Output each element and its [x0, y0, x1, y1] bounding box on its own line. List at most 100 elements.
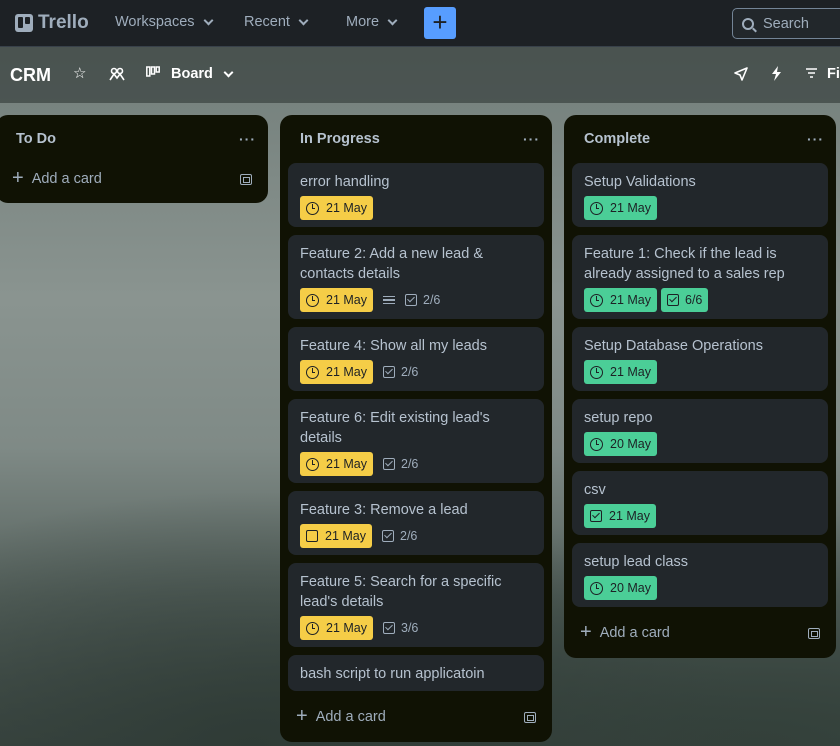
due-date-badge[interactable]: 20 May	[584, 432, 657, 456]
card-badges: 21 May	[584, 504, 816, 528]
list-header: To Do ···	[0, 115, 268, 163]
star-icon[interactable]: ☆	[73, 64, 86, 82]
due-date: 21 May	[610, 201, 651, 215]
card-title: csv	[584, 482, 606, 498]
card-badges: 21 May 6/6	[584, 288, 816, 312]
checked-checkbox-icon[interactable]	[590, 510, 602, 522]
clock-icon	[306, 201, 319, 215]
clock-icon	[590, 437, 603, 451]
due-date-badge[interactable]: 21 May	[300, 616, 373, 640]
clock-icon	[590, 581, 603, 595]
due-date: 21 May	[326, 621, 367, 635]
checklist-icon	[383, 622, 395, 634]
board-view-label: Board	[171, 66, 213, 82]
list-menu-icon[interactable]: ···	[239, 131, 256, 147]
nav-recent[interactable]: Recent	[244, 14, 309, 30]
due-date-badge[interactable]: 21 May	[584, 196, 657, 220]
card[interactable]: setup repo 20 May	[572, 399, 828, 463]
card-title: Feature 4: Show all my leads	[300, 338, 487, 354]
checklist-badge: 2/6	[405, 293, 440, 307]
list-title[interactable]: Complete	[584, 131, 650, 147]
due-date-badge[interactable]: 21 May	[584, 504, 656, 528]
due-date-badge[interactable]: 20 May	[584, 576, 657, 600]
due-date: 21 May	[610, 365, 651, 379]
card[interactable]: setup lead class 20 May	[572, 543, 828, 607]
card-badges: 21 May 3/6	[300, 616, 532, 640]
card[interactable]: Feature 4: Show all my leads 21 May 2/6	[288, 327, 544, 391]
clock-icon	[306, 293, 319, 307]
checklist-count: 3/6	[401, 621, 419, 635]
card-title: setup repo	[584, 410, 653, 426]
list-title[interactable]: In Progress	[300, 131, 380, 147]
card-title: bash script to run applicatoin	[300, 666, 485, 682]
card[interactable]: error handling 21 May	[288, 163, 544, 227]
workspace-visibility-icon[interactable]	[109, 67, 125, 86]
card[interactable]: Feature 6: Edit existing lead's details …	[288, 399, 544, 483]
due-date: 21 May	[609, 509, 650, 523]
card[interactable]: Feature 2: Add a new lead & contacts det…	[288, 235, 544, 319]
board-title[interactable]: CRM	[10, 65, 51, 86]
list-header: In Progress ···	[280, 115, 552, 163]
card-template-icon[interactable]	[808, 627, 820, 639]
card[interactable]: csv 21 May	[572, 471, 828, 535]
card[interactable]: Feature 5: Search for a specific lead's …	[288, 563, 544, 647]
filter-icon	[806, 66, 817, 82]
due-date-badge[interactable]: 21 May	[584, 360, 657, 384]
due-date-badge[interactable]: 21 May	[300, 452, 373, 476]
list-complete: Complete ··· Setup Validations 21 May Fe…	[564, 115, 836, 658]
add-card-label: Add a card	[599, 625, 670, 641]
trello-logo-icon	[15, 14, 33, 32]
chevron-down-icon	[387, 15, 398, 25]
create-button[interactable]: +	[424, 7, 456, 39]
nav-workspaces[interactable]: Workspaces	[115, 14, 213, 30]
checklist-icon	[667, 294, 679, 306]
clock-icon	[306, 365, 319, 379]
list-title[interactable]: To Do	[16, 131, 56, 147]
card-title: error handling	[300, 174, 390, 190]
search-input[interactable]: Search	[732, 8, 840, 39]
plus-icon: +	[12, 166, 24, 189]
due-date-badge[interactable]: 21 May	[300, 196, 373, 220]
add-card-button[interactable]: + Add a card	[580, 617, 820, 649]
board-view-icon	[146, 66, 160, 82]
due-date-badge[interactable]: 21 May	[300, 524, 372, 548]
nav-more[interactable]: More	[346, 14, 398, 30]
due-date-badge[interactable]: 21 May	[300, 360, 373, 384]
due-date-badge[interactable]: 21 May	[300, 288, 373, 312]
card[interactable]: Setup Validations 21 May	[572, 163, 828, 227]
trello-logo[interactable]: Trello	[15, 12, 89, 34]
clock-icon	[590, 365, 603, 379]
filter-button[interactable]: Fi	[806, 66, 840, 82]
due-date-badge[interactable]: 21 May	[584, 288, 657, 312]
card-template-icon[interactable]	[524, 711, 536, 723]
logo-text: Trello	[38, 12, 89, 33]
list-menu-icon[interactable]: ···	[807, 131, 824, 147]
card[interactable]: bash script to run applicatoin	[288, 655, 544, 691]
card-template-icon[interactable]	[240, 173, 252, 185]
checklist-badge: 6/6	[661, 288, 709, 312]
automation-icon[interactable]	[771, 66, 782, 86]
power-ups-icon[interactable]	[734, 67, 748, 86]
checklist-icon	[382, 530, 394, 542]
plus-icon: +	[580, 620, 592, 643]
add-card-left: + Add a card	[580, 620, 670, 644]
board-view-switcher[interactable]: Board	[146, 66, 234, 82]
card[interactable]: Setup Database Operations 21 May	[572, 327, 828, 391]
card-badges: 20 May	[584, 432, 816, 456]
checklist-icon	[383, 458, 395, 470]
card[interactable]: Feature 3: Remove a lead 21 May 2/6	[288, 491, 544, 555]
due-date: 21 May	[326, 293, 367, 307]
add-card-label: Add a card	[315, 709, 386, 725]
list-header: Complete ···	[564, 115, 836, 163]
nav-more-label: More	[346, 14, 380, 30]
card-title: Feature 5: Search for a specific lead's …	[300, 574, 502, 610]
nav-workspaces-label: Workspaces	[115, 14, 195, 30]
list-menu-icon[interactable]: ···	[523, 131, 540, 147]
add-card-button[interactable]: + Add a card	[12, 163, 252, 195]
add-card-button[interactable]: + Add a card	[296, 701, 536, 733]
card[interactable]: Feature 1: Check if the lead is already …	[572, 235, 828, 319]
due-date: 21 May	[326, 201, 367, 215]
card-badges: 21 May	[584, 360, 816, 384]
checkbox-icon[interactable]	[306, 530, 318, 542]
checklist-icon	[405, 294, 417, 306]
